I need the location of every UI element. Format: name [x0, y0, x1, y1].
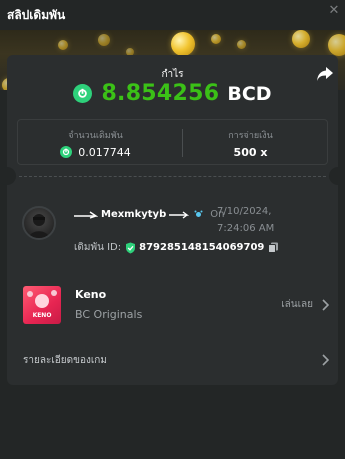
avatar[interactable] — [22, 206, 56, 240]
bet-id-label: เดิมพัน ID: — [74, 242, 122, 253]
coin-decoration — [98, 34, 110, 46]
username-wing-icon — [74, 210, 98, 219]
bcd-coin-icon — [60, 146, 73, 158]
game-details-label: รายละเอียดของเกม — [23, 354, 107, 366]
coin-decoration — [58, 40, 68, 50]
bet-amount: 0.017744 — [60, 146, 131, 159]
game-icon-label: KENO — [32, 312, 52, 319]
profit-label: กำไร — [161, 69, 184, 80]
game-provider: BC Originals — [75, 308, 143, 321]
copy-icon[interactable] — [268, 242, 279, 253]
coin-decoration — [328, 34, 345, 56]
coin-decoration — [292, 30, 310, 48]
coin-decoration — [171, 32, 195, 56]
profit-value: 8.854256 — [101, 81, 220, 106]
user-line: Mexmkytyb On — [74, 209, 224, 220]
game-name[interactable]: Keno — [75, 288, 106, 301]
bet-stats-box: จำนวนเดิมพัน 0.017744 การจ่ายเงิน 500 x — [17, 119, 328, 165]
keno-game-icon[interactable]: KENO — [23, 286, 61, 324]
close-icon[interactable]: ✕ — [327, 4, 341, 18]
profit-row: 8.854256 BCD — [7, 81, 338, 106]
keno-ball-icon — [51, 290, 57, 296]
modal-header: สลิปเดิมพัน ✕ — [0, 0, 345, 30]
username-wing-icon — [169, 210, 191, 219]
avatar-figure-icon — [29, 214, 49, 238]
bet-date: 7/10/2024, 7:24:06 AM — [217, 206, 275, 234]
bet-slip-card: กำไร 8.854256 BCD จำนวนเดิมพัน 0.017744 … — [0, 55, 345, 385]
verified-shield-icon — [126, 242, 136, 253]
bet-id-value: 879285148154069709 — [139, 242, 265, 253]
payout-value: 500 x — [233, 145, 268, 159]
chevron-right-icon — [322, 298, 329, 311]
share-icon[interactable] — [316, 66, 334, 82]
coin-decoration — [237, 40, 246, 49]
sparkle-icon — [194, 210, 203, 219]
bet-amount-value: 0.017744 — [78, 145, 131, 159]
modal-title: สลิปเดิมพัน — [7, 7, 66, 22]
chevron-right-icon — [322, 354, 329, 366]
play-now-label: เล่นเลย — [281, 299, 313, 310]
play-now-link[interactable]: เล่นเลย — [281, 297, 329, 312]
bet-id-row: เดิมพัน ID: 879285148154069709 — [74, 240, 279, 255]
keno-ball-icon — [27, 291, 33, 297]
payout-label: การจ่ายเงิน — [228, 130, 273, 141]
payout-stat: การจ่ายเงิน 500 x — [173, 120, 328, 166]
game-details-row[interactable]: รายละเอียดของเกม — [7, 350, 338, 370]
profit-currency: BCD — [227, 82, 272, 105]
ticket-divider — [19, 176, 326, 177]
bet-amount-stat: จำนวนเดิมพัน 0.017744 — [18, 120, 173, 166]
username[interactable]: Mexmkytyb — [101, 209, 166, 220]
keno-ball-icon — [35, 294, 49, 308]
bet-amount-label: จำนวนเดิมพัน — [68, 130, 123, 141]
ticket-notch — [0, 167, 16, 185]
bcd-coin-icon — [73, 84, 93, 103]
coin-decoration — [211, 34, 221, 44]
ticket-notch — [329, 167, 345, 185]
